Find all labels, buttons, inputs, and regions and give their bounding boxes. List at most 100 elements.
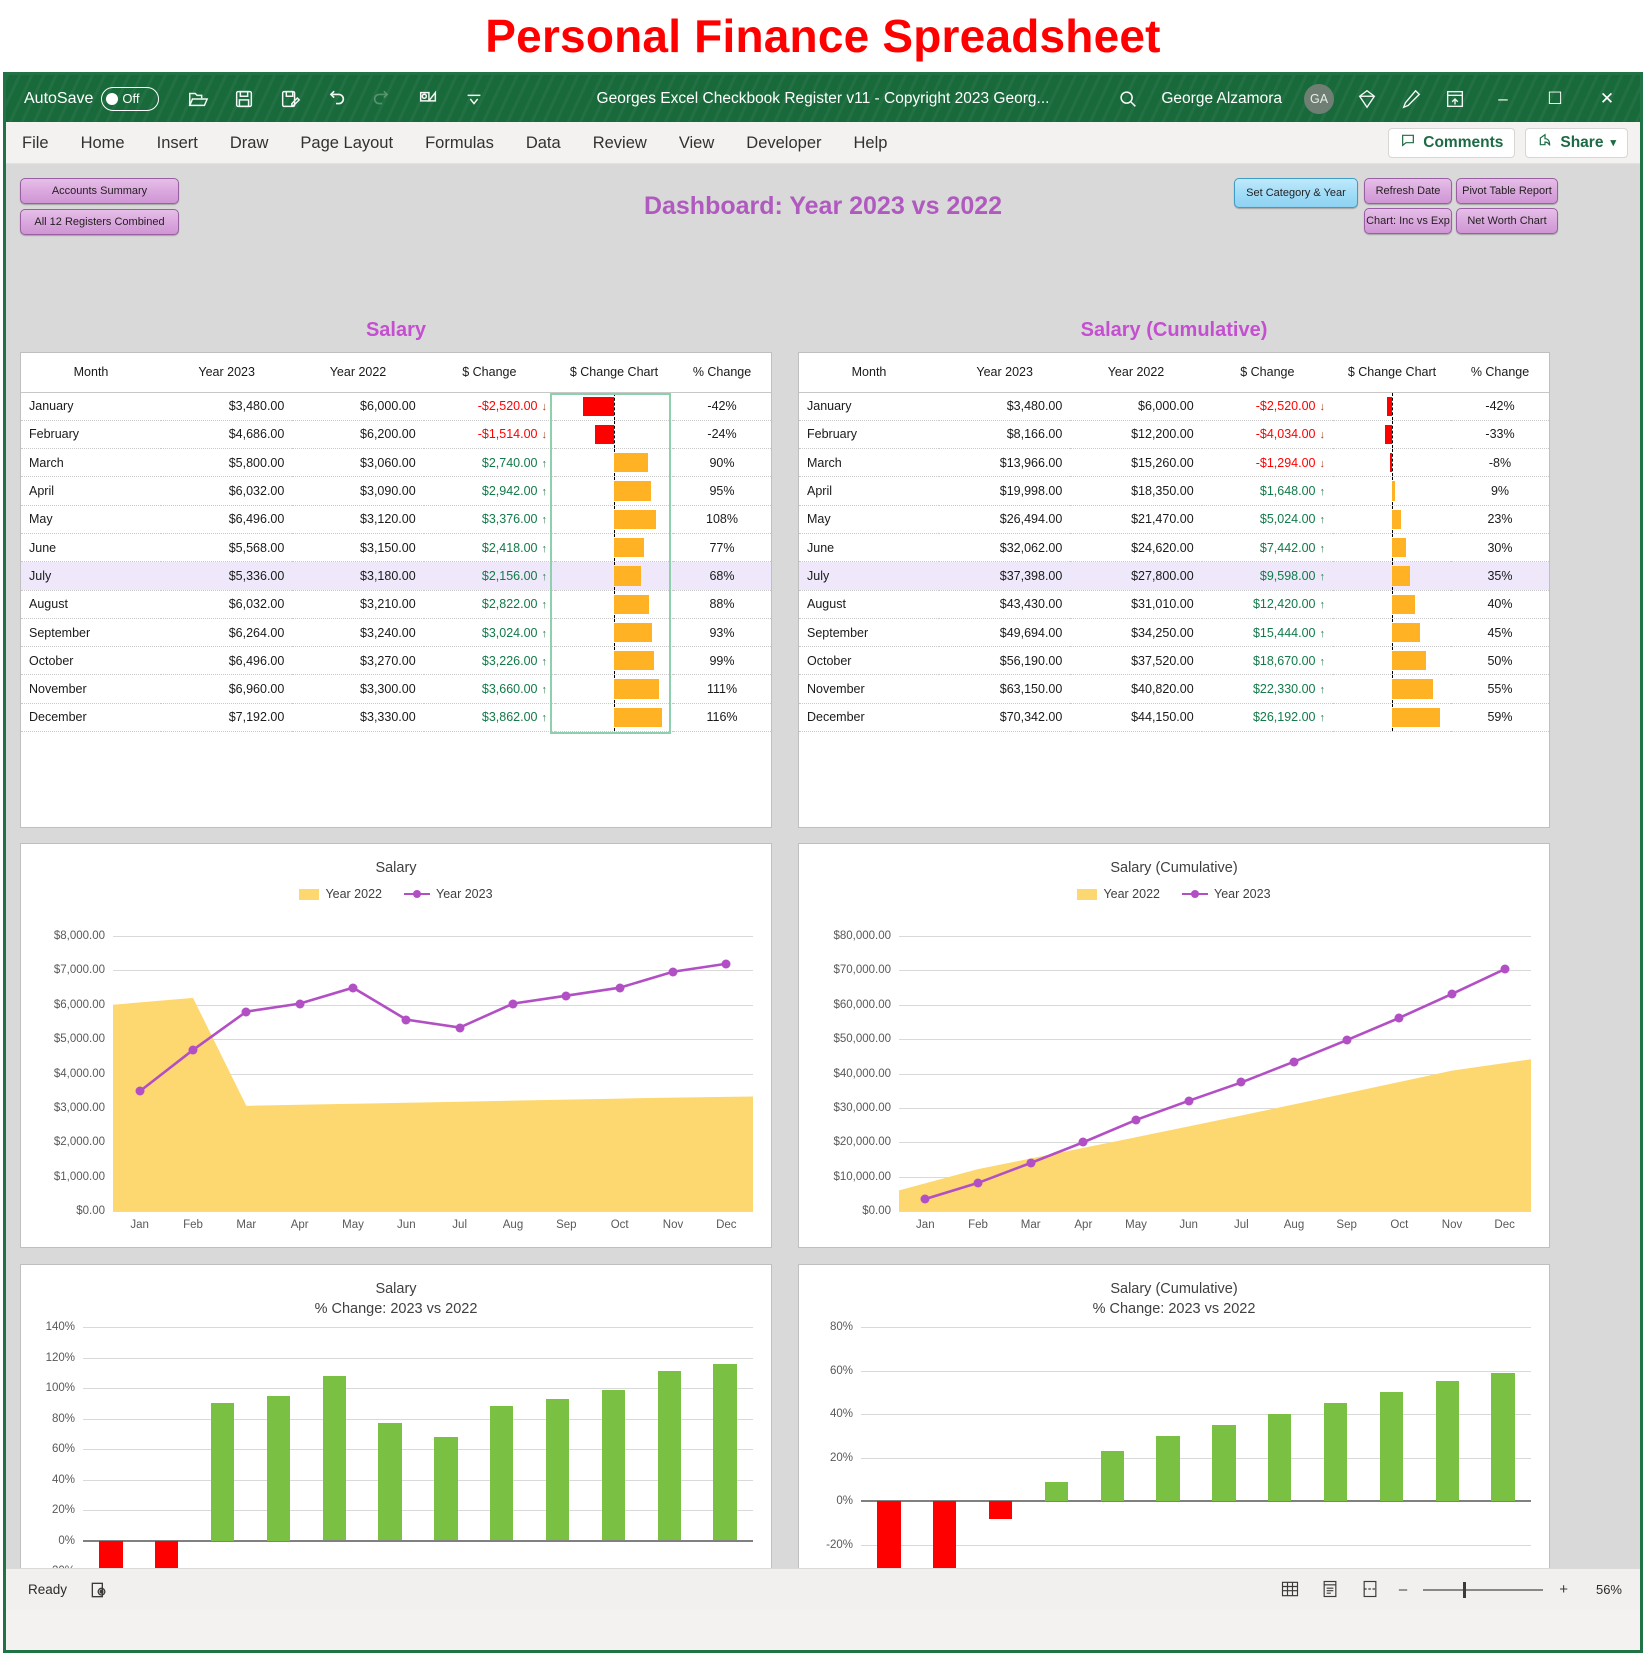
table-row[interactable]: July $5,336.00 $3,180.00 $2,156.00 ↑ 68% xyxy=(21,561,771,591)
th-dollar-change[interactable]: $ Change xyxy=(1201,353,1333,393)
x-axis-tick: Jun xyxy=(1179,1219,1198,1231)
table-row[interactable]: April $6,032.00 $3,090.00 $2,942.00 ↑ 95% xyxy=(21,476,771,506)
zoom-level[interactable]: 56% xyxy=(1584,1582,1622,1597)
th-year-2022[interactable]: Year 2022 xyxy=(1070,353,1202,393)
table-row[interactable]: December $70,342.00 $44,150.00 $26,192.00 ↑ 5… xyxy=(799,703,1549,733)
customize-qat-icon[interactable] xyxy=(463,88,485,110)
ribbon-display-icon[interactable] xyxy=(1444,88,1466,110)
cell-year-2022: $15,260.00 xyxy=(1070,448,1202,478)
table-row[interactable]: September $6,264.00 $3,240.00 $3,024.00 ↑ 93% xyxy=(21,618,771,648)
salary-pct-change-chart[interactable]: Salary % Change: 2023 vs 2022 -60%-40%-2… xyxy=(20,1264,772,1610)
page-layout-view-icon[interactable] xyxy=(1319,1579,1343,1601)
zoom-slider-handle[interactable] xyxy=(1463,1581,1467,1598)
record-macro-icon[interactable] xyxy=(89,1580,109,1600)
tab-review[interactable]: Review xyxy=(577,122,663,164)
tab-view[interactable]: View xyxy=(663,122,730,164)
tab-help[interactable]: Help xyxy=(838,122,904,164)
y-axis-tick: 60% xyxy=(51,1443,75,1455)
th-month[interactable]: Month xyxy=(21,353,161,393)
save-icon[interactable] xyxy=(233,88,255,110)
tab-data[interactable]: Data xyxy=(510,122,577,164)
inline-bar xyxy=(1392,537,1406,558)
table-row[interactable]: July $37,398.00 $27,800.00 $9,598.00 ↑ 35% xyxy=(799,561,1549,591)
undo-icon[interactable] xyxy=(325,88,347,110)
autosave-control[interactable]: AutoSave Off xyxy=(24,86,160,111)
table-row[interactable]: March $13,966.00 $15,260.00 -$1,294.00 ↓ -8% xyxy=(799,448,1549,478)
avatar[interactable]: GA xyxy=(1304,83,1334,114)
user-name[interactable]: George Alzamora xyxy=(1161,90,1282,108)
cell-pct-change: -42% xyxy=(1451,392,1549,421)
table-row[interactable]: January $3,480.00 $6,000.00 -$2,520.00 ↓ -42% xyxy=(799,392,1549,421)
table-row[interactable]: May $6,496.00 $3,120.00 $3,376.00 ↑ 108% xyxy=(21,505,771,534)
maximize-button[interactable]: ☐ xyxy=(1540,89,1570,109)
table-row[interactable]: March $5,800.00 $3,060.00 $2,740.00 ↑ 90% xyxy=(21,448,771,478)
open-folder-icon[interactable] xyxy=(187,88,209,110)
save-as-icon[interactable] xyxy=(279,88,301,110)
th-year-2023[interactable]: Year 2023 xyxy=(161,353,293,393)
touch-mode-icon[interactable] xyxy=(417,88,439,110)
tab-file[interactable]: File xyxy=(6,122,65,164)
salary-cumulative-area-chart[interactable]: Salary (Cumulative) Year 2022 Year 2023 … xyxy=(798,843,1550,1248)
table-row[interactable]: August $6,032.00 $3,210.00 $2,822.00 ↑ 88% xyxy=(21,590,771,619)
quick-access-toolbar xyxy=(187,88,485,110)
table-row[interactable]: September $49,694.00 $34,250.00 $15,444.00 ↑… xyxy=(799,618,1549,648)
bar xyxy=(1323,1403,1348,1502)
tab-page-layout[interactable]: Page Layout xyxy=(284,122,409,164)
table-row[interactable]: October $56,190.00 $37,520.00 $18,670.00 ↑ 50… xyxy=(799,646,1549,676)
th-year-2022[interactable]: Year 2022 xyxy=(292,353,424,393)
data-point xyxy=(561,991,571,1001)
table-row[interactable]: June $32,062.00 $24,620.00 $7,442.00 ↑ 30% xyxy=(799,533,1549,563)
bar xyxy=(1268,1414,1292,1502)
th-change-chart[interactable]: $ Change Chart xyxy=(555,353,673,393)
table-row[interactable]: December $7,192.00 $3,330.00 $3,862.00 ↑ 116% xyxy=(21,703,771,733)
tab-insert[interactable]: Insert xyxy=(141,122,214,164)
salary-cumulative-pct-change-chart[interactable]: Salary (Cumulative) % Change: 2023 vs 20… xyxy=(798,1264,1550,1610)
table-row[interactable]: February $8,166.00 $12,200.00 -$4,034.00 ↓ -3… xyxy=(799,420,1549,450)
th-change-chart[interactable]: $ Change Chart xyxy=(1333,353,1451,393)
x-axis-tick: Aug xyxy=(1283,1219,1305,1231)
cell-month: August xyxy=(799,590,939,619)
cell-year-2023: $6,264.00 xyxy=(161,618,293,648)
search-icon[interactable] xyxy=(1117,88,1139,110)
tab-draw[interactable]: Draw xyxy=(214,122,285,164)
diamond-icon[interactable] xyxy=(1356,88,1378,110)
comments-button[interactable]: Comments xyxy=(1388,127,1516,158)
bar xyxy=(933,1501,957,1574)
data-point xyxy=(1500,964,1510,974)
close-button[interactable]: ✕ xyxy=(1592,89,1622,109)
page-break-view-icon[interactable] xyxy=(1359,1579,1383,1601)
y-axis-tick: -20% xyxy=(826,1538,853,1551)
share-button[interactable]: Share ▾ xyxy=(1525,127,1628,158)
normal-view-icon[interactable] xyxy=(1279,1579,1303,1601)
th-month[interactable]: Month xyxy=(799,353,939,393)
th-pct-change[interactable]: % Change xyxy=(673,353,771,393)
table-row[interactable]: February $4,686.00 $6,200.00 -$1,514.00 ↓ -24… xyxy=(21,420,771,450)
zoom-out-button[interactable]: – xyxy=(1399,1581,1407,1598)
th-dollar-change[interactable]: $ Change xyxy=(423,353,555,393)
pen-icon[interactable] xyxy=(1400,88,1422,110)
zoom-in-button[interactable]: + xyxy=(1559,1581,1568,1598)
redo-icon[interactable] xyxy=(371,88,393,110)
comment-bubble-icon xyxy=(1400,132,1416,153)
table-row[interactable]: November $63,150.00 $40,820.00 $22,330.00 ↑ 5… xyxy=(799,674,1549,704)
table-row[interactable]: January $3,480.00 $6,000.00 -$2,520.00 ↓ -42% xyxy=(21,392,771,421)
table-row[interactable]: June $5,568.00 $3,150.00 $2,418.00 ↑ 77% xyxy=(21,533,771,563)
table-row[interactable]: May $26,494.00 $21,470.00 $5,024.00 ↑ 23% xyxy=(799,505,1549,534)
table-row[interactable]: November $6,960.00 $3,300.00 $3,660.00 ↑ 111% xyxy=(21,674,771,704)
tab-home[interactable]: Home xyxy=(65,122,141,164)
th-pct-change[interactable]: % Change xyxy=(1451,353,1549,393)
table-row[interactable]: April $19,998.00 $18,350.00 $1,648.00 ↑ 9% xyxy=(799,476,1549,506)
bar xyxy=(210,1403,235,1541)
th-year-2023[interactable]: Year 2023 xyxy=(939,353,1071,393)
inline-bar xyxy=(1387,396,1392,416)
zoom-slider[interactable] xyxy=(1423,1581,1544,1598)
salary-area-chart[interactable]: Salary Year 2022 Year 2023 $0.00 $1,000.0… xyxy=(20,843,772,1248)
autosave-toggle[interactable]: Off xyxy=(101,86,160,111)
tab-formulas[interactable]: Formulas xyxy=(409,122,510,164)
table-row[interactable]: August $43,430.00 $31,010.00 $12,420.00 ↑ 40% xyxy=(799,590,1549,619)
tab-developer[interactable]: Developer xyxy=(730,122,837,164)
table-row[interactable]: October $6,496.00 $3,270.00 $3,226.00 ↑ 99% xyxy=(21,646,771,676)
minimize-button[interactable]: – xyxy=(1488,89,1518,109)
inline-bar xyxy=(1390,453,1392,473)
cell-year-2023: $32,062.00 xyxy=(939,533,1071,563)
